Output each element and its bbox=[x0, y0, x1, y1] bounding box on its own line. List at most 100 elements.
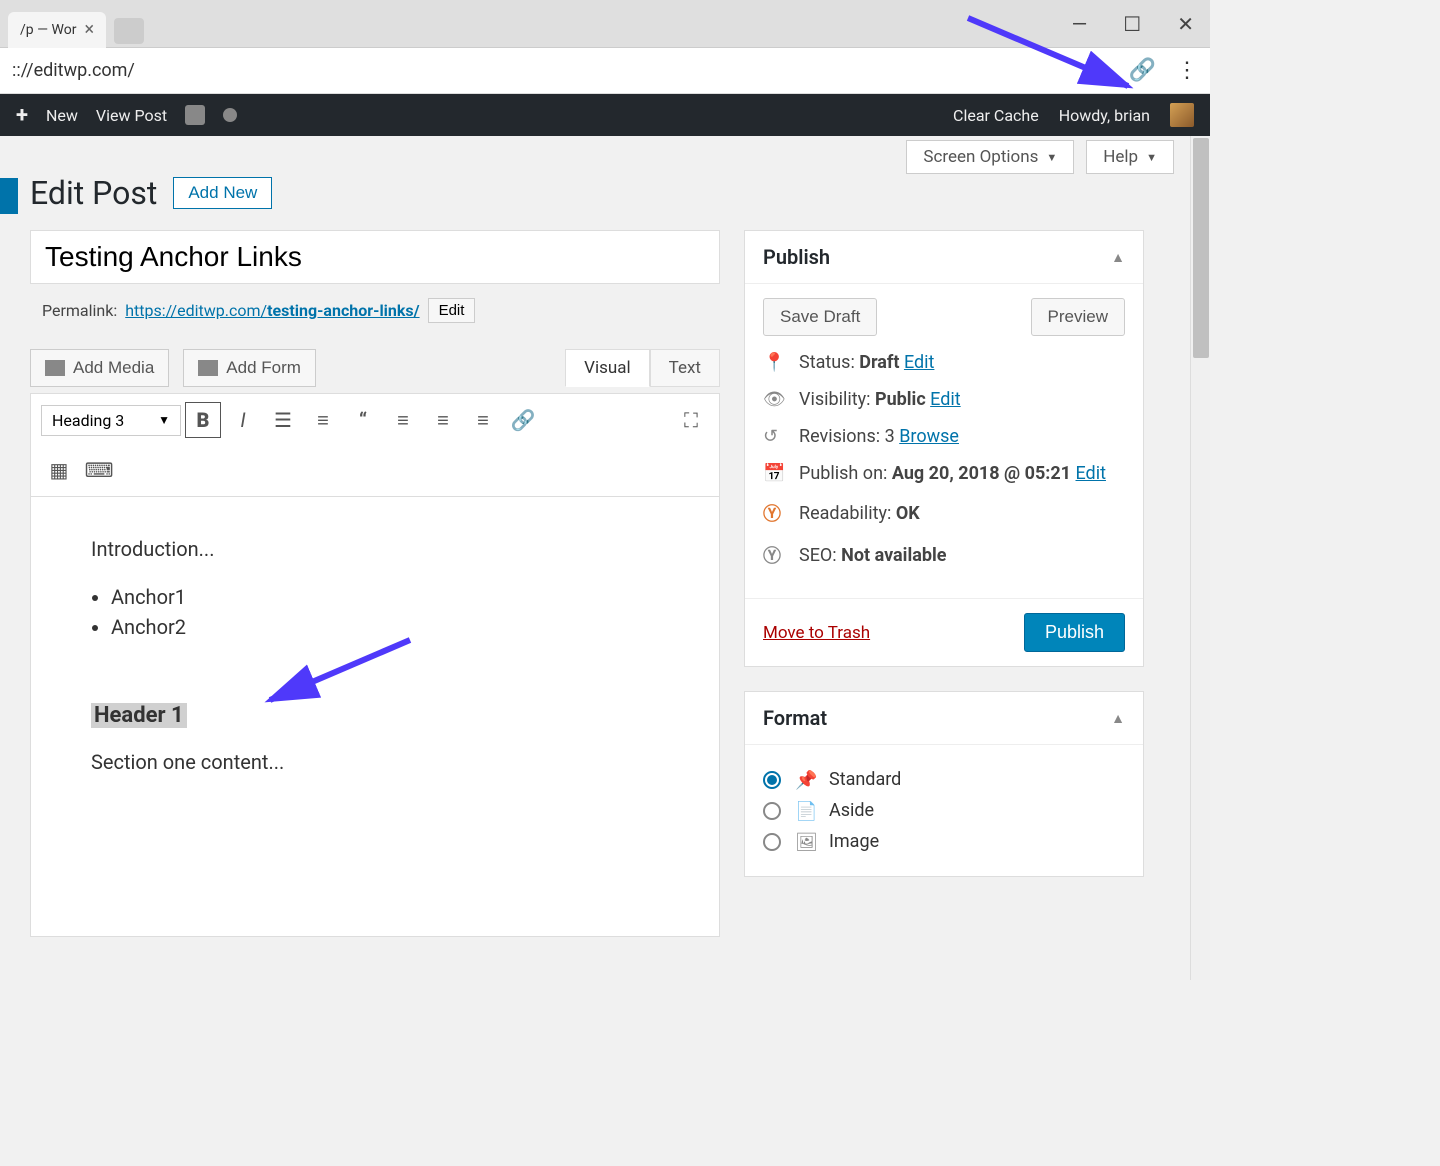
visibility-edit-link[interactable]: Edit bbox=[930, 389, 960, 410]
keyboard-button[interactable]: ⌨ bbox=[81, 452, 117, 488]
help-tab[interactable]: Help ▼ bbox=[1086, 140, 1174, 174]
avatar[interactable] bbox=[1170, 103, 1194, 127]
permalink-row: Permalink: https://editwp.com/testing-an… bbox=[30, 298, 720, 323]
align-right-button[interactable]: ≡ bbox=[465, 402, 501, 438]
publish-button[interactable]: Publish bbox=[1024, 613, 1125, 652]
format-image-row[interactable]: 🖼 Image bbox=[763, 831, 1125, 852]
add-new-button[interactable]: Add New bbox=[173, 177, 272, 209]
format-metabox: Format ▲ 📌 Standard 📄 Aside bbox=[744, 691, 1144, 877]
page-title: Edit Post bbox=[30, 174, 157, 212]
address-bar: :://editwp.com/ 🔗 ⋮ bbox=[0, 48, 1210, 94]
new-tab-button[interactable] bbox=[114, 18, 144, 44]
permalink-link[interactable]: https://editwp.com/testing-anchor-links/ bbox=[125, 301, 419, 320]
format-standard-label: Standard bbox=[829, 769, 901, 790]
yoast-readability-icon: Ⓨ bbox=[763, 500, 785, 526]
save-draft-button[interactable]: Save Draft bbox=[763, 298, 877, 336]
yoast-icon[interactable] bbox=[185, 105, 205, 125]
content-anchor1: Anchor1 bbox=[111, 585, 659, 609]
content-anchor2: Anchor2 bbox=[111, 615, 659, 639]
numbered-list-button[interactable]: ≡ bbox=[305, 402, 341, 438]
screen-options-label: Screen Options bbox=[923, 147, 1038, 167]
window-controls: — ☐ ✕ bbox=[1072, 12, 1194, 36]
fullscreen-button[interactable]: ⛶ bbox=[673, 402, 709, 438]
quote-button[interactable]: “ bbox=[345, 402, 381, 438]
chevron-up-icon: ▲ bbox=[1111, 710, 1125, 727]
plus-icon[interactable]: + bbox=[16, 103, 28, 128]
radio-icon[interactable] bbox=[763, 833, 781, 851]
tab-title: /p — Wor bbox=[20, 22, 76, 38]
history-icon: ↺ bbox=[763, 426, 785, 447]
format-title: Format bbox=[763, 706, 827, 730]
toolbar-extra1-button[interactable]: ▦ bbox=[41, 452, 77, 488]
format-aside-label: Aside bbox=[829, 800, 874, 821]
url-field[interactable]: :://editwp.com/ bbox=[12, 60, 1129, 81]
bold-button[interactable]: B bbox=[185, 402, 221, 438]
minimize-icon[interactable]: — bbox=[1072, 12, 1088, 36]
form-icon bbox=[198, 360, 218, 376]
close-icon[interactable]: × bbox=[84, 19, 94, 40]
preview-button[interactable]: Preview bbox=[1031, 298, 1125, 336]
adminbar-view-post[interactable]: View Post bbox=[96, 106, 167, 125]
permalink-label: Permalink: bbox=[42, 301, 117, 320]
format-image-label: Image bbox=[829, 831, 879, 852]
help-label: Help bbox=[1103, 147, 1138, 167]
maximize-icon[interactable]: ☐ bbox=[1123, 12, 1141, 36]
adminbar-clear-cache[interactable]: Clear Cache bbox=[953, 106, 1039, 125]
add-form-label: Add Form bbox=[226, 358, 301, 378]
add-form-button[interactable]: Add Form bbox=[183, 349, 316, 387]
chevron-up-icon: ▲ bbox=[1111, 249, 1125, 266]
permalink-edit-button[interactable]: Edit bbox=[428, 298, 476, 323]
add-media-button[interactable]: Add Media bbox=[30, 349, 169, 387]
status-edit-link[interactable]: Edit bbox=[904, 352, 934, 373]
content-section1: Section one content... bbox=[91, 750, 659, 774]
align-left-button[interactable]: ≡ bbox=[385, 402, 421, 438]
add-media-label: Add Media bbox=[73, 358, 154, 378]
chevron-down-icon: ▼ bbox=[1046, 151, 1057, 164]
seo-row: Ⓨ SEO: Not available bbox=[763, 542, 1125, 568]
wp-adminbar: + New View Post Clear Cache Howdy, brian bbox=[0, 94, 1210, 136]
bullet-list-button[interactable]: ☰ bbox=[265, 402, 301, 438]
browser-tab[interactable]: /p — Wor × bbox=[8, 12, 106, 48]
screen-options-tab[interactable]: Screen Options ▼ bbox=[906, 140, 1074, 174]
revisions-row: ↺ Revisions: 3 Browse bbox=[763, 426, 1125, 447]
pin-icon: 📍 bbox=[763, 352, 785, 373]
content-intro: Introduction... bbox=[91, 537, 659, 561]
revisions-browse-link[interactable]: Browse bbox=[899, 426, 959, 447]
align-center-button[interactable]: ≡ bbox=[425, 402, 461, 438]
camera-icon bbox=[45, 360, 65, 376]
format-select[interactable]: Heading 3 ▼ bbox=[41, 405, 181, 436]
yoast-seo-icon: Ⓨ bbox=[763, 542, 785, 568]
chevron-down-icon: ▼ bbox=[1146, 151, 1157, 164]
menu-icon[interactable]: ⋮ bbox=[1176, 58, 1198, 83]
status-dot-icon bbox=[223, 108, 237, 122]
italic-button[interactable]: I bbox=[225, 402, 261, 438]
editor-content[interactable]: Introduction... Anchor1 Anchor2 Header 1… bbox=[30, 497, 720, 937]
adminbar-howdy[interactable]: Howdy, brian bbox=[1059, 106, 1150, 125]
visibility-row: 👁 Visibility: Public Edit bbox=[763, 389, 1125, 410]
format-aside-row[interactable]: 📄 Aside bbox=[763, 800, 1125, 821]
publish-metabox-header[interactable]: Publish ▲ bbox=[745, 231, 1143, 284]
link-button[interactable]: 🔗 bbox=[505, 402, 541, 438]
post-title-input[interactable] bbox=[30, 230, 720, 284]
image-icon: 🖼 bbox=[795, 832, 815, 852]
format-metabox-header[interactable]: Format ▲ bbox=[745, 692, 1143, 745]
publish-on-row: 📅 Publish on: Aug 20, 2018 @ 05:21 Edit bbox=[763, 463, 1125, 484]
close-window-icon[interactable]: ✕ bbox=[1177, 12, 1194, 36]
browser-tab-strip: /p — Wor × bbox=[0, 0, 1210, 48]
publish-on-edit-link[interactable]: Edit bbox=[1075, 463, 1105, 484]
content-header1: Header 1 bbox=[91, 703, 187, 728]
readability-row: Ⓨ Readability: OK bbox=[763, 500, 1125, 526]
radio-checked-icon[interactable] bbox=[763, 771, 781, 789]
editor-toolbar: Heading 3 ▼ B I ☰ ≡ “ ≡ ≡ ≡ 🔗 ⛶ ▦ ⌨ bbox=[30, 393, 720, 497]
status-row: 📍 Status: Draft Edit bbox=[763, 352, 1125, 373]
calendar-icon: 📅 bbox=[763, 463, 785, 484]
document-icon: 📄 bbox=[795, 801, 815, 821]
publish-metabox: Publish ▲ Save Draft Preview 📍 Status: D… bbox=[744, 230, 1144, 667]
publish-title: Publish bbox=[763, 245, 830, 269]
radio-icon[interactable] bbox=[763, 802, 781, 820]
move-to-trash-link[interactable]: Move to Trash bbox=[763, 623, 870, 643]
link-icon[interactable]: 🔗 bbox=[1129, 58, 1156, 83]
format-standard-row[interactable]: 📌 Standard bbox=[763, 769, 1125, 790]
eye-icon: 👁 bbox=[763, 389, 785, 410]
adminbar-new[interactable]: New bbox=[46, 106, 78, 125]
